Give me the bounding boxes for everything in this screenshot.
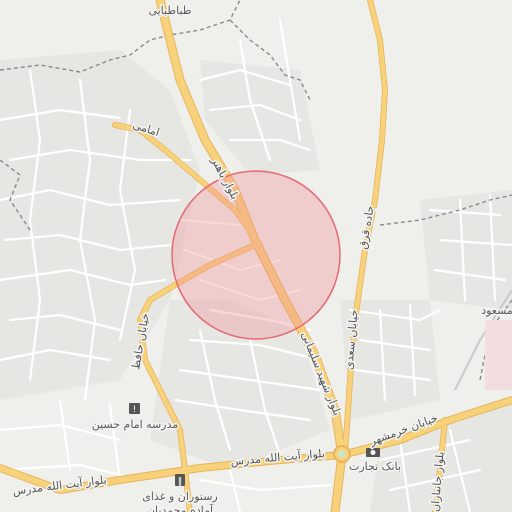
highlight-radius bbox=[171, 170, 341, 340]
label-amadeh-mohammadian: آماده محمدیان bbox=[147, 503, 214, 512]
pink-area bbox=[485, 320, 512, 390]
school-icon[interactable]: ! bbox=[129, 403, 140, 415]
svg-text:!: ! bbox=[133, 405, 137, 415]
restaurant-icon[interactable]: ‖ bbox=[175, 474, 185, 487]
map-canvas[interactable]: ! ‖ طباطبایی امامی بلوار باهنر جاده قرق … bbox=[0, 0, 512, 512]
bank-icon[interactable] bbox=[366, 448, 380, 457]
label-madreseh-imam-hossein: مدرسه امام حسین bbox=[92, 418, 179, 431]
label-bank-tejarat: بانک تجارت bbox=[349, 460, 401, 473]
roundabout-icon bbox=[333, 445, 351, 463]
map-view[interactable]: ! ‖ طباطبایی امامی بلوار باهنر جاده قرق … bbox=[0, 0, 512, 512]
svg-text:‖: ‖ bbox=[178, 477, 183, 487]
label-resturan-va-ghaza: رستوران و غذای bbox=[142, 490, 217, 503]
label-masoud: مسعود bbox=[481, 304, 512, 317]
label-tabatabaei: طباطبایی bbox=[148, 4, 191, 17]
